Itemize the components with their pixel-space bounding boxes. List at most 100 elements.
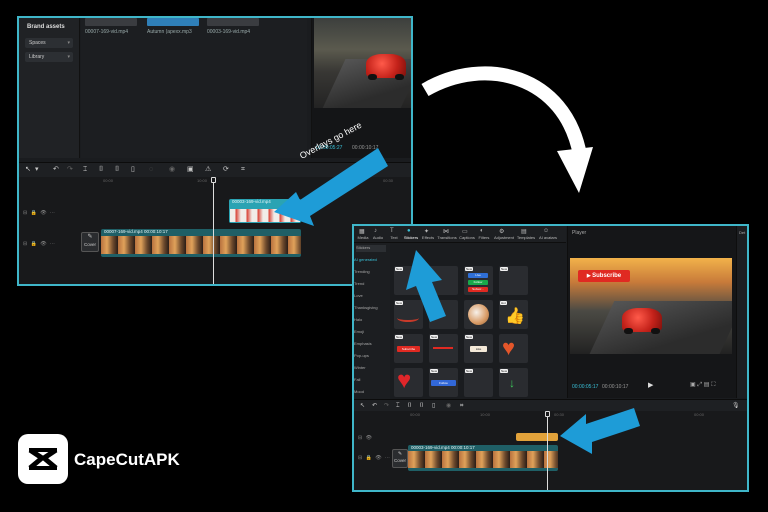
category-item[interactable]: Emoji [354, 329, 364, 334]
category-item[interactable]: Fall [354, 377, 360, 382]
cover-button[interactable]: ✎ Cover [392, 449, 408, 468]
follow-button-sticker-text: Follow [431, 380, 456, 386]
total-time: 00:00:10:17 [602, 384, 629, 390]
sticker-cell[interactable]: New [429, 334, 458, 363]
sidebar-item-label: Spaces [29, 40, 46, 46]
sidebar-item-spaces[interactable]: Spaces ▾ [25, 38, 73, 48]
sticker-cell[interactable]: New [499, 266, 528, 295]
ruler-tick: 00:00 [410, 412, 421, 417]
category-item[interactable]: Halo [354, 317, 362, 322]
sticker-overlay-clip[interactable] [516, 433, 558, 441]
main-video-clip[interactable]: 00007-169-vid.mp4 00:00:10:17 [101, 229, 301, 257]
category-item[interactable]: AI generated [354, 257, 377, 262]
select-icon[interactable]: ↖ [360, 401, 365, 411]
category-item[interactable]: Mood [354, 389, 364, 394]
split-right-icon[interactable]: ⌷ [115, 165, 119, 175]
sticker-cell[interactable]: New Like [464, 334, 493, 363]
subscribe-overlay[interactable]: ▶ Subscribe [578, 270, 630, 282]
main-track-controls[interactable]: ⊟ 🔒 👁 ⋯ [23, 241, 56, 247]
sticker-cell[interactable]: New Subscribe [394, 334, 423, 363]
tab-filters[interactable]: Filters [476, 235, 492, 240]
record-icon[interactable]: ◉ [446, 401, 451, 411]
media-thumb[interactable] [147, 18, 199, 26]
caption-icon: ▭ [462, 229, 468, 235]
cat-sticker [468, 304, 489, 325]
main-track-controls[interactable]: ⊟ 🔒 👁 ⋯ [358, 455, 391, 461]
category-item[interactable]: Winter [354, 365, 366, 370]
sidebar-item-library[interactable]: Library ▾ [25, 52, 73, 62]
effects-icon: ✦ [424, 229, 430, 235]
tab-ai-avatars[interactable]: AI avatars [537, 235, 559, 240]
brand-name: CapeCutAPK [74, 450, 180, 469]
category-item[interactable]: Love [354, 293, 363, 298]
marker-icon[interactable]: ◌ [149, 165, 153, 175]
delete-icon[interactable]: ▯ [432, 401, 435, 411]
category-dropdown[interactable]: Stickers [356, 245, 386, 252]
split-right-icon[interactable]: ⌷ [420, 401, 424, 411]
freeze-icon[interactable]: ▣ [187, 165, 194, 175]
category-item[interactable]: Trending [354, 269, 370, 274]
follow-sticker-text: Follow [468, 280, 488, 285]
grid-icon: ▦ [359, 229, 365, 235]
sticker-cell[interactable]: Hot 👍 [499, 300, 528, 329]
pixel-heart-icon: ♥ [397, 368, 412, 394]
sticker-cell[interactable]: New Live Follow Subscr... [464, 266, 493, 295]
category-item[interactable]: Trend [354, 281, 364, 286]
cover-label: Cover [393, 458, 406, 463]
rotate-icon[interactable]: ⟳ [223, 165, 229, 175]
playhead-handle[interactable] [545, 411, 550, 417]
current-time: 00:00:05:17 [572, 384, 599, 390]
crop-icon[interactable]: ⌗ [460, 401, 463, 411]
split-icon[interactable]: ⌶ [83, 165, 87, 175]
sticker-cell[interactable]: New [464, 368, 493, 397]
sticker-cell[interactable]: ♥ [394, 368, 423, 397]
tab-transitions[interactable]: Transitions [436, 235, 458, 240]
delete-icon[interactable]: ▯ [131, 165, 135, 175]
category-item[interactable]: Thanksgiving [354, 305, 378, 310]
playhead-handle[interactable] [211, 177, 216, 183]
tab-stickers[interactable]: Stickers [401, 235, 421, 240]
tab-text[interactable]: Text [386, 235, 402, 240]
redo-icon[interactable]: ↷ [384, 401, 389, 411]
category-item[interactable]: Emphasis [354, 341, 372, 346]
play-icon[interactable]: ▶ [648, 381, 653, 389]
chevron-down-icon: ▾ [67, 40, 70, 46]
playhead[interactable] [547, 415, 548, 490]
chevron-down-icon[interactable]: ▾ [35, 165, 39, 175]
microphone-icon[interactable]: 🎙 [732, 401, 740, 411]
tab-captions[interactable]: Captions [458, 235, 476, 240]
redo-icon[interactable]: ↷ [67, 165, 73, 175]
split-left-icon[interactable]: ⌷ [408, 401, 412, 411]
tab-templates[interactable]: Templates [515, 235, 537, 240]
timeline-ruler: 00:00 10:00 00:30 00:00 [354, 411, 747, 419]
media-thumb[interactable] [85, 18, 137, 26]
crop-icon[interactable]: ⌗ [241, 165, 245, 175]
filter-icon: ◐ [480, 228, 484, 234]
playhead[interactable] [213, 181, 214, 284]
main-video-clip[interactable]: 00003-169-vid.mp4 00:00:10:17 [408, 445, 558, 471]
sticker-cell[interactable]: New Follow [429, 368, 458, 397]
undo-icon[interactable]: ↶ [372, 401, 377, 411]
split-left-icon[interactable]: ⌷ [99, 165, 103, 175]
ruler-tick: 00:00 [694, 412, 705, 417]
fullscreen-controls[interactable]: ▣ ⤢ ▤ ⛶ [690, 381, 715, 389]
record-icon[interactable]: ◉ [169, 165, 175, 175]
player-panel: Player ▶ Subscribe 00:00:05:17 00:00:10:… [567, 226, 736, 398]
overlay-track-controls[interactable]: ⊟ 🔒 👁 ⋯ [23, 210, 56, 216]
sticker-cell[interactable]: ♥ [499, 334, 528, 363]
overlay-track-controls[interactable]: ⊟ 👁 [358, 435, 373, 441]
undo-icon[interactable]: ↶ [53, 165, 59, 175]
player-preview [314, 18, 411, 108]
tab-effects[interactable]: Effects [420, 235, 436, 240]
media-thumb[interactable] [207, 18, 259, 26]
select-icon[interactable]: ↖ [25, 165, 31, 175]
warning-icon[interactable]: ⚠ [205, 165, 211, 175]
tab-adjustment[interactable]: Adjustment [493, 235, 515, 240]
tab-audio[interactable]: Audio [370, 235, 386, 240]
sticker-cell[interactable] [464, 300, 493, 329]
adjust-icon: ⚙ [499, 229, 505, 235]
split-icon[interactable]: ⌶ [396, 401, 400, 411]
cover-button[interactable]: ✎ Cover [81, 232, 99, 252]
sticker-cell[interactable]: New ↓ [499, 368, 528, 397]
category-item[interactable]: Pop-ups [354, 353, 369, 358]
